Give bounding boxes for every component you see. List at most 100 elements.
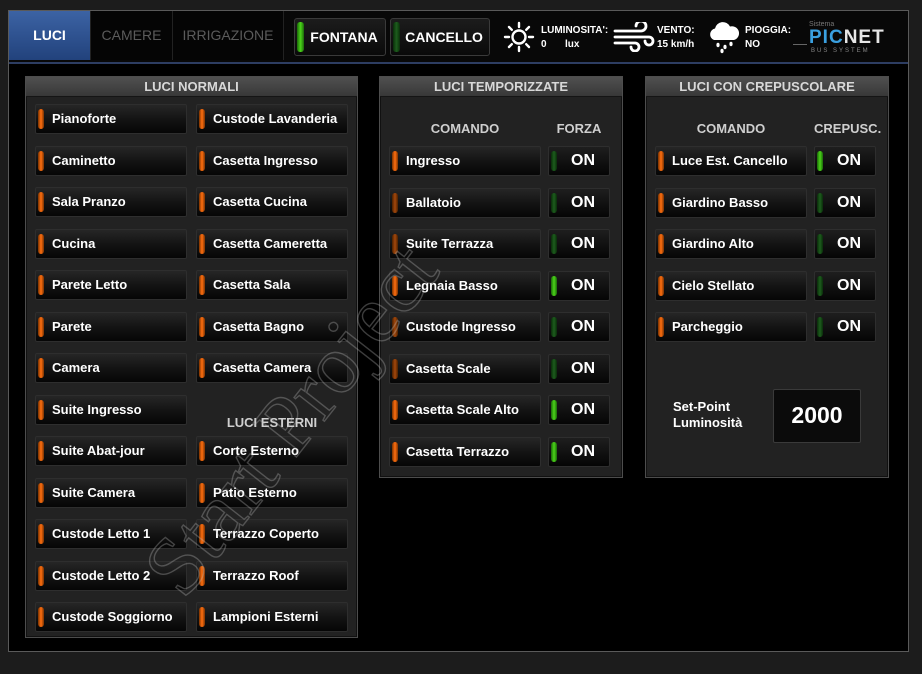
light-button-suite-ingresso[interactable]: Suite Ingresso [35, 394, 187, 425]
button-label: Patio Esterno [213, 484, 297, 500]
status-led [38, 192, 44, 212]
status-led [392, 441, 398, 462]
force-on-button-ingresso[interactable]: ON [548, 146, 610, 176]
light-button-pianoforte[interactable]: Pianoforte [35, 104, 187, 134]
twilight-light-parcheggio[interactable]: Parcheggio [655, 312, 807, 342]
luminosity-unit: lux [565, 39, 580, 50]
light-button-camera[interactable]: Camera [35, 353, 187, 383]
twilight-light-giardino-basso[interactable]: Giardino Basso [655, 187, 807, 218]
setpoint-label-line1: Set-Point [673, 399, 731, 414]
force-on-button-casetta-scale[interactable]: ON [548, 353, 610, 384]
status-led [199, 565, 205, 586]
light-button-casetta-cameretta[interactable]: Casetta Cameretta [196, 228, 348, 259]
force-on-button-casetta-scale-alto[interactable]: ON [548, 395, 610, 425]
twilight-light-cielo-stellato[interactable]: Cielo Stellato [655, 270, 807, 301]
tab-irrigazione[interactable]: IRRIGAZIONE [173, 11, 284, 60]
button-label: Parete Letto [52, 277, 128, 292]
button-label: Suite Camera [52, 484, 136, 500]
status-led [392, 275, 398, 296]
light-button-caminetto[interactable]: Caminetto [35, 145, 187, 176]
button-label: Casetta Ingresso [213, 152, 318, 168]
status-led [199, 607, 205, 627]
on-label: ON [837, 276, 861, 294]
light-button-lampioni-esterni[interactable]: Lampioni Esterni [196, 602, 348, 632]
crepusc-on-button-giardino-basso[interactable]: ON [814, 187, 876, 218]
logo-brand-net: NET [843, 27, 885, 48]
wind-icon [613, 22, 655, 52]
on-label: ON [571, 359, 595, 377]
luci-normali-title: LUCI NORMALI [26, 77, 357, 97]
timed-light-casetta-terrazzo[interactable]: Casetta Terrazzo [389, 436, 541, 467]
button-label: Casetta Camera [213, 360, 312, 375]
light-button-casetta-bagno[interactable]: Casetta Bagno [196, 311, 348, 342]
rain-label: PIOGGIA: [745, 25, 792, 36]
timed-light-custode-ingresso[interactable]: Custode Ingresso [389, 312, 541, 342]
top-bar: LUCI CAMERE IRRIGAZIONE FONTANA CANCELLO… [9, 11, 908, 64]
light-button-corte-esterno[interactable]: Corte Esterno [196, 436, 348, 466]
force-on-button-custode-ingresso[interactable]: ON [548, 312, 610, 342]
timed-light-casetta-scale[interactable]: Casetta Scale [389, 353, 541, 384]
status-led [38, 316, 44, 337]
status-led [38, 399, 44, 420]
status-led [658, 192, 664, 213]
light-button-terrazzo-roof[interactable]: Terrazzo Roof [196, 560, 348, 591]
twilight-light-luce-est-cancello[interactable]: Luce Est. Cancello [655, 146, 807, 176]
force-on-button-legnaia-basso[interactable]: ON [548, 270, 610, 301]
button-label: Suite Abat-jour [52, 443, 145, 458]
status-led [38, 109, 44, 129]
crepusc-on-button-cielo-stellato[interactable]: ON [814, 270, 876, 301]
light-button-terrazzo-coperto[interactable]: Terrazzo Coperto [196, 519, 348, 549]
status-led [38, 565, 44, 586]
cancello-button[interactable]: CANCELLO [390, 18, 490, 56]
timed-light-suite-terrazza[interactable]: Suite Terrazza [389, 229, 541, 259]
light-button-casetta-cucina[interactable]: Casetta Cucina [196, 187, 348, 217]
crepusc-on-button-parcheggio[interactable]: ON [814, 312, 876, 342]
force-on-button-ballatoio[interactable]: ON [548, 187, 610, 218]
status-led [392, 234, 398, 254]
tab-camere[interactable]: CAMERE [91, 11, 173, 60]
on-label: ON [571, 276, 595, 294]
timed-light-ingresso[interactable]: Ingresso [389, 146, 541, 176]
light-button-custode-letto-2[interactable]: Custode Letto 2 [35, 560, 187, 591]
light-button-custode-soggiorno[interactable]: Custode Soggiorno [35, 602, 187, 632]
timed-light-ballatoio[interactable]: Ballatoio [389, 187, 541, 218]
button-label: Lampioni Esterni [213, 609, 319, 624]
light-button-casetta-sala[interactable]: Casetta Sala [196, 270, 348, 300]
light-button-custode-letto-1[interactable]: Custode Letto 1 [35, 519, 187, 549]
force-on-button-casetta-terrazzo[interactable]: ON [548, 436, 610, 467]
button-label: Corte Esterno [213, 443, 299, 458]
light-button-parete[interactable]: Parete [35, 311, 187, 342]
light-button-suite-camera[interactable]: Suite Camera [35, 477, 187, 508]
status-led [199, 109, 205, 129]
setpoint-value-field[interactable]: 2000 [773, 389, 861, 443]
status-led [658, 234, 664, 254]
light-button-suite-abat-jour[interactable]: Suite Abat-jour [35, 436, 187, 466]
luci-temporizzate-panel: LUCI TEMPORIZZATE COMANDO FORZA Ingresso ON… [379, 76, 623, 478]
tab-luci[interactable]: LUCI [9, 11, 91, 60]
light-button-sala-pranzo[interactable]: Sala Pranzo [35, 187, 187, 217]
light-button-custode-lavanderia[interactable]: Custode Lavanderia [196, 104, 348, 134]
light-button-casetta-ingresso[interactable]: Casetta Ingresso [196, 145, 348, 176]
button-label: Pianoforte [52, 111, 117, 126]
crepusc-on-button-luce-est-cancello[interactable]: ON [814, 146, 876, 176]
timed-light-legnaia-basso[interactable]: Legnaia Basso [389, 270, 541, 301]
timed-light-casetta-scale-alto[interactable]: Casetta Scale Alto [389, 395, 541, 425]
light-button-cucina[interactable]: Cucina [35, 228, 187, 259]
fontana-button[interactable]: FONTANA [294, 18, 386, 56]
light-button-patio-esterno[interactable]: Patio Esterno [196, 477, 348, 508]
light-button-casetta-camera[interactable]: Casetta Camera [196, 353, 348, 383]
light-button-parete-letto[interactable]: Parete Letto [35, 270, 187, 300]
luci-crepuscolare-panel: LUCI CON CREPUSCOLARE COMANDO CREPUSC. Luc… [645, 76, 889, 478]
twilight-light-giardino-alto[interactable]: Giardino Alto [655, 229, 807, 259]
status-led [392, 400, 398, 420]
status-led [38, 482, 44, 503]
setpoint-label: Set-Point Luminosità [673, 399, 742, 431]
comando-header: COMANDO [430, 121, 500, 136]
status-led [392, 151, 398, 171]
luci-crepuscolare-title: LUCI CON CREPUSCOLARE [646, 77, 888, 97]
status-led [658, 275, 664, 296]
force-on-button-suite-terrazza[interactable]: ON [548, 229, 610, 259]
crepusc-on-button-giardino-alto[interactable]: ON [814, 229, 876, 259]
button-label: Sala Pranzo [52, 194, 126, 209]
status-led [38, 441, 44, 461]
